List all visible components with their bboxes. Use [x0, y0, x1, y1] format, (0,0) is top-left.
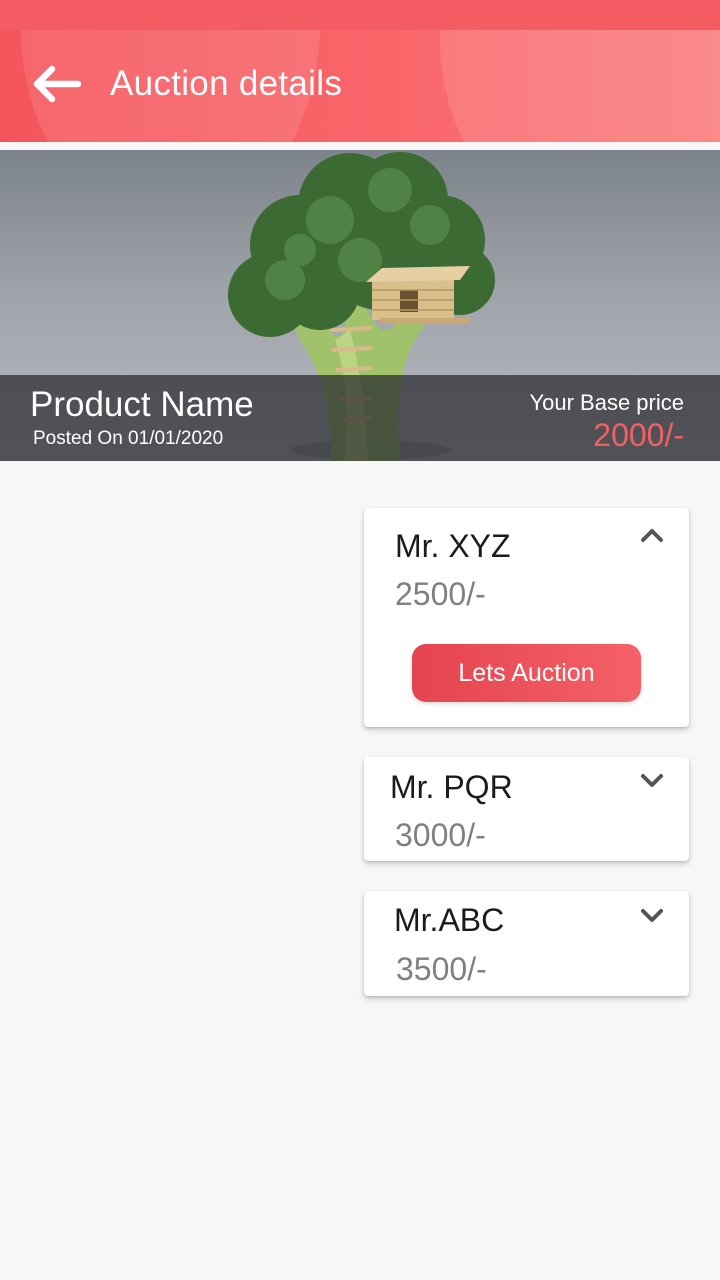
chevron-up-icon[interactable] — [639, 526, 665, 544]
arrow-left-icon — [33, 65, 82, 103]
bid-card[interactable]: Mr. PQR 3000/- — [364, 757, 689, 861]
product-name: Product Name — [30, 385, 254, 424]
app-bar-decoration — [440, 30, 720, 142]
bid-amount: 3000/- — [395, 817, 486, 853]
bid-card[interactable]: Mr. XYZ 2500/- Lets Auction — [364, 508, 689, 727]
base-price-value: 2000/- — [593, 417, 684, 453]
back-button[interactable] — [28, 60, 84, 108]
product-image: Product Name Posted On 01/01/2020 Your B… — [0, 150, 720, 461]
bid-amount: 3500/- — [396, 951, 487, 987]
page-title: Auction details — [110, 64, 343, 103]
posted-date: Posted On 01/01/2020 — [33, 428, 224, 449]
bid-amount: 2500/- — [395, 576, 486, 612]
bid-card[interactable]: Mr.ABC 3500/- — [364, 891, 689, 996]
bidder-name: Mr. PQR — [390, 769, 513, 805]
chevron-down-icon[interactable] — [639, 906, 665, 924]
product-info-overlay: Product Name Posted On 01/01/2020 Your B… — [0, 375, 720, 461]
status-bar — [0, 0, 720, 30]
bidder-name: Mr. XYZ — [395, 528, 511, 564]
app-bar: Auction details — [0, 30, 720, 142]
base-price-label: Your Base price — [529, 390, 684, 415]
bidder-name: Mr.ABC — [394, 902, 505, 938]
lets-auction-button[interactable]: Lets Auction — [412, 644, 641, 702]
chevron-down-icon[interactable] — [639, 771, 665, 789]
